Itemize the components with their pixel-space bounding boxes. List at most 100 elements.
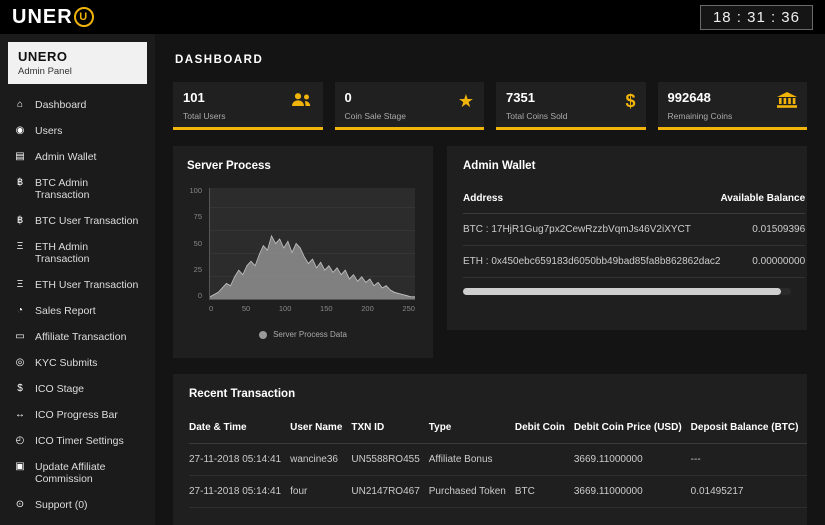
- chart-legend-item[interactable]: Server Process Data: [187, 330, 419, 339]
- txn-date: 27-11-2018 05:14:41: [189, 443, 291, 476]
- stats-row: 101 Total Users 0 Coin Sale Stage ★ 7351…: [173, 82, 807, 130]
- stat-value: 0: [344, 90, 352, 105]
- chart-x-axis: 0 50 100 150 200 250: [209, 304, 415, 313]
- wallet-balance: 0.01509396: [720, 213, 806, 246]
- logo[interactable]: UNER U: [12, 6, 94, 29]
- kyc-icon: ◎: [15, 357, 25, 368]
- stat-label: Coin Sale Stage: [344, 111, 406, 121]
- txn-col-debit-price: Debit Coin Price (USD): [573, 412, 691, 444]
- brand-subtitle: Admin Panel: [18, 66, 72, 77]
- brand-block: UNERO Admin Panel: [8, 42, 147, 84]
- btc-icon: ฿: [16, 177, 24, 188]
- txn-col-deposit-balance: Deposit Balance (BTC): [690, 412, 807, 444]
- horizontal-scrollbar-track: [463, 288, 791, 295]
- dashboard-icon: ⌂: [16, 99, 24, 110]
- wallet-row-btc: BTC : 17HjR1Gug7px2CewRzzbVqmJs46V2iXYCT…: [463, 213, 806, 246]
- sidebar-item-admin-wallet[interactable]: ▤ Admin Wallet: [0, 144, 155, 170]
- sidebar-item-btc-admin-transaction[interactable]: ฿ BTC Admin Transaction: [0, 170, 155, 208]
- logo-text: UNER: [12, 5, 73, 28]
- txn-date: 27-11-2018 05:14:41: [189, 475, 291, 508]
- server-process-title: Server Process: [187, 160, 271, 172]
- sidebar-item-ico-stage[interactable]: $ ICO Stage: [0, 376, 155, 402]
- txn-debit-price: 3669.11000000: [573, 475, 691, 508]
- stat-card-total-users: 101 Total Users: [173, 82, 323, 130]
- txn-debit-price: 3669.11000000: [573, 443, 691, 476]
- sidebar-item-eth-user-transaction[interactable]: Ξ ETH User Transaction: [0, 272, 155, 298]
- topbar: UNER U 18 : 31 : 36: [0, 0, 825, 34]
- admin-wallet-title: Admin Wallet: [463, 160, 536, 172]
- legend-dot-icon: [259, 330, 268, 339]
- txn-col-debit-coin: Debit Coin: [514, 412, 574, 444]
- sidebar-item-ico-progress-bar[interactable]: ↔ ICO Progress Bar: [0, 402, 155, 428]
- txn-debit-coin: [514, 443, 574, 476]
- wallet-address: ETH : 0x450ebc659183d6050bb49bad85fa8b86…: [463, 245, 721, 278]
- timer-icon: ◴: [15, 435, 25, 446]
- wallet-row-eth: ETH : 0x450ebc659183d6050bb49bad85fa8b86…: [463, 245, 806, 278]
- sidebar-item-affiliate-transaction[interactable]: ▭ Affiliate Transaction: [0, 324, 155, 350]
- chart-plot-area: [209, 188, 415, 300]
- sidebar-item-dashboard[interactable]: ⌂ Dashboard: [0, 92, 155, 118]
- txn-col-txnid: TXN ID: [351, 412, 429, 444]
- dollar-icon: $: [17, 383, 23, 394]
- sidebar-item-users[interactable]: ◉ Users: [0, 118, 155, 144]
- wallet-address: BTC : 17HjR1Gug7px2CewRzzbVqmJs46V2iXYCT: [463, 213, 721, 246]
- report-icon: ◔: [16, 305, 24, 316]
- bank-icon: [777, 92, 797, 111]
- recent-transactions-title: Recent Transaction: [189, 388, 296, 400]
- brand-title: UNERO: [18, 49, 68, 64]
- txn-col-user: User Name: [290, 412, 352, 444]
- recent-transactions-table: Date & Time User Name TXN ID Type Debit …: [189, 412, 807, 508]
- txn-debit-coin: BTC: [514, 475, 574, 508]
- btc-icon: ฿: [16, 215, 24, 226]
- sidebar-item-update-affiliate-commission[interactable]: ▣ Update Affiliate Commission: [0, 454, 155, 492]
- chart-y-axis: 100 75 50 25 0: [189, 186, 202, 300]
- sidebar-item-ico-timer-settings[interactable]: ◴ ICO Timer Settings: [0, 428, 155, 454]
- wallet-col-balance: Available Balance: [720, 184, 806, 214]
- admin-wallet-table: Address Available Balance BTC : 17HjR1Gu…: [463, 184, 806, 278]
- txn-deposit-balance: 0.01495217: [690, 475, 807, 508]
- card-icon: ▭: [15, 331, 25, 342]
- wallet-col-address: Address: [463, 184, 721, 214]
- dollar-icon: $: [625, 91, 636, 111]
- wallet-icon: ▤: [15, 151, 25, 162]
- admin-wallet-card: Admin Wallet Address Available Balance B…: [447, 146, 807, 330]
- sidebar-item-sales-report[interactable]: ◔ Sales Report: [0, 298, 155, 324]
- sidebar-item-eth-admin-transaction[interactable]: Ξ ETH Admin Transaction: [0, 234, 155, 272]
- server-process-card: Server Process 100 75 50 25 0 0 50 100 150 200 25…: [173, 146, 433, 358]
- txn-user: four: [290, 475, 352, 508]
- stat-label: Total Coins Sold: [506, 111, 568, 121]
- main-content: DASHBOARD 101 Total Users 0 Coin Sale St…: [155, 34, 825, 525]
- stat-label: Total Users: [183, 111, 226, 121]
- sidebar: UNERO Admin Panel ⌂ Dashboard ◉ Users ▤ Adm…: [0, 34, 155, 525]
- eth-icon: Ξ: [16, 241, 24, 252]
- txn-type: Affiliate Bonus: [428, 443, 515, 476]
- recent-transactions-card: Recent Transaction Date & Time User Name…: [173, 374, 807, 525]
- sidebar-item-kyc-submits[interactable]: ◎ KYC Submits: [0, 350, 155, 376]
- legend-label: Server Process Data: [273, 330, 347, 339]
- sidebar-item-btc-user-transaction[interactable]: ฿ BTC User Transaction: [0, 208, 155, 234]
- table-row: 27-11-2018 05:14:41 wancine36 UN5588RO45…: [189, 443, 807, 476]
- table-row: 27-11-2018 05:14:41 four UN2147RO467 Pur…: [189, 475, 807, 508]
- badge-icon: ★: [457, 91, 474, 111]
- progress-icon: ↔: [15, 409, 25, 420]
- sidebar-item-support[interactable]: ⊙ Support (0): [0, 492, 155, 518]
- txn-col-date: Date & Time: [189, 412, 291, 444]
- txn-col-type: Type: [428, 412, 515, 444]
- users-icon: [289, 92, 313, 111]
- stat-card-remaining-coins: 992648 Remaining Coins: [657, 82, 807, 130]
- stat-label: Remaining Coins: [667, 111, 733, 121]
- users-icon: ◉: [15, 125, 25, 136]
- server-process-chart: 100 75 50 25 0 0 50 100 150 200 250: [187, 186, 419, 316]
- txn-type: Purchased Token: [428, 475, 515, 508]
- update-icon: ▣: [15, 461, 25, 472]
- stat-card-total-coins-sold: 7351 Total Coins Sold $: [496, 82, 646, 130]
- eth-icon: Ξ: [16, 279, 24, 290]
- support-icon: ⊙: [15, 499, 25, 510]
- txn-id: UN2147RO467: [351, 475, 429, 508]
- txn-id: UN5588RO455: [351, 443, 429, 476]
- logo-emblem-icon: U: [73, 7, 94, 27]
- horizontal-scrollbar-thumb[interactable]: [463, 288, 782, 295]
- txn-user: wancine36: [290, 443, 352, 476]
- txn-deposit-balance: ---: [690, 443, 807, 476]
- stat-card-coin-sale-stage: 0 Coin Sale Stage ★: [334, 82, 484, 130]
